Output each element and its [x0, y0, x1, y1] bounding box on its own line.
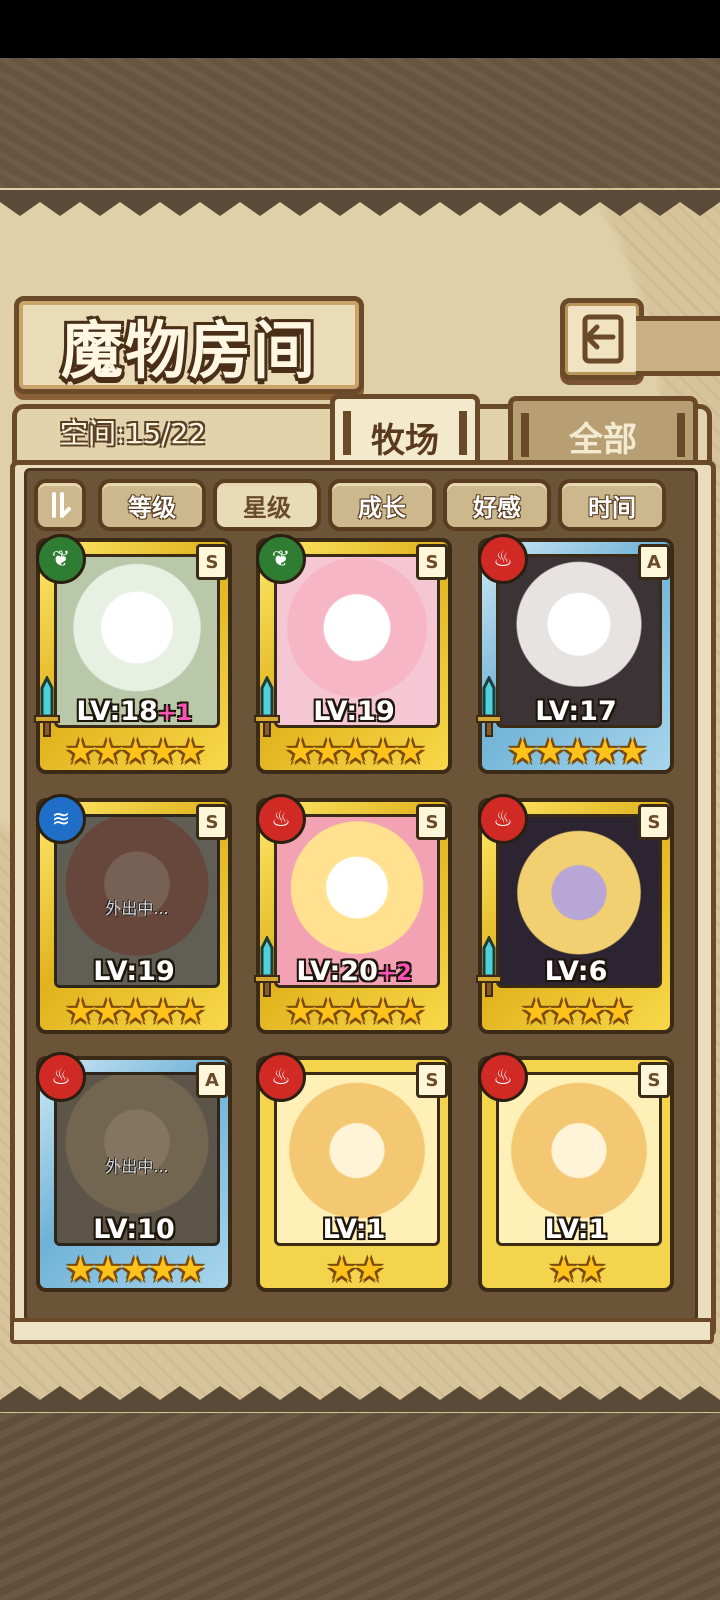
fire-element-icon: ♨	[256, 794, 306, 844]
sort-time-button[interactable]: 时间	[558, 479, 666, 531]
level-value: LV:1	[322, 1214, 386, 1245]
star-rating: ★★★★★	[65, 1250, 205, 1290]
star-rating: ★★★★★	[65, 732, 205, 772]
monster-card[interactable]: ❦ S LV:18+1 ★★★★★	[34, 534, 232, 774]
level-label: LV:19	[256, 696, 452, 727]
fire-element-icon: ♨	[478, 1052, 528, 1102]
water-element-icon: ≋	[36, 794, 86, 844]
monster-card[interactable]: ♨ S LV:20+2 ★★★★★	[254, 794, 452, 1034]
level-value: LV:19	[313, 696, 395, 727]
level-label: LV:1	[256, 1214, 452, 1245]
monster-card[interactable]: ♨ S LV:1 ★★	[478, 1052, 674, 1292]
return-arrow-icon	[582, 314, 624, 364]
level-label: LV:18+1	[36, 696, 232, 727]
sort-growth-button[interactable]: 成长	[328, 479, 436, 531]
level-value: LV:19	[93, 956, 175, 987]
back-button[interactable]	[560, 298, 644, 380]
star-rating: ★★★★★	[65, 992, 205, 1032]
sort-star-button[interactable]: 星级	[213, 479, 321, 531]
title-plate: 魔物房间	[14, 296, 364, 394]
tab-bar-right	[677, 413, 685, 457]
away-status: 外出中...	[105, 899, 169, 918]
level-value: LV:1	[544, 1214, 608, 1245]
tab-bar-left	[521, 413, 529, 457]
level-bonus: +2	[377, 961, 412, 986]
monster-card[interactable]: ♨ S LV:1 ★★	[256, 1052, 452, 1292]
space-capacity-label: 空间:15/22	[60, 417, 207, 450]
fire-element-icon: ♨	[478, 794, 528, 844]
level-value: LV:20	[296, 956, 378, 987]
tab-all-label: 全部	[569, 419, 637, 460]
level-label: LV:1	[478, 1214, 674, 1245]
level-bonus: +1	[157, 701, 192, 726]
monster-card[interactable]: ♨ A LV:17 ★★★★★	[476, 534, 674, 774]
map-background-top	[0, 58, 720, 190]
level-value: LV:6	[544, 956, 608, 987]
rank-badge: S	[196, 804, 228, 840]
sort-order-toggle[interactable]	[34, 479, 86, 531]
sort-order-icon	[52, 492, 71, 518]
tab-ranch-label: 牧场	[371, 420, 439, 461]
rank-badge: S	[416, 544, 448, 580]
leaf-element-icon: ❦	[36, 534, 86, 584]
level-value: LV:10	[93, 1214, 175, 1245]
tab-bar-right	[459, 411, 467, 455]
rank-badge: S	[416, 804, 448, 840]
star-rating: ★★★★★	[507, 732, 647, 772]
zigzag-border-bottom	[0, 1386, 720, 1412]
tab-bar-left	[343, 411, 351, 455]
monster-card[interactable]: ❦ S LV:19 ★★★★★	[254, 534, 452, 774]
rank-badge: S	[196, 544, 228, 580]
fire-element-icon: ♨	[36, 1052, 86, 1102]
header-rail	[636, 316, 720, 376]
page-title: 魔物房间	[60, 314, 317, 387]
leaf-element-icon: ❦	[256, 534, 306, 584]
star-rating: ★★★★★	[285, 992, 425, 1032]
level-label: LV:10	[36, 1214, 232, 1245]
sort-affection-button[interactable]: 好感	[443, 479, 551, 531]
level-label: LV:17	[478, 696, 674, 727]
level-label: LV:6	[478, 956, 674, 987]
monster-card[interactable]: 外出中... ≋ S LV:19 ★★★★★	[36, 794, 232, 1034]
level-label: LV:20+2	[256, 956, 452, 987]
rank-badge: A	[638, 544, 670, 580]
monster-card[interactable]: 外出中... ♨ A LV:10 ★★★★★	[36, 1052, 232, 1292]
sort-level-button[interactable]: 等级	[98, 479, 206, 531]
fire-element-icon: ♨	[478, 534, 528, 584]
rank-badge: S	[416, 1062, 448, 1098]
rank-badge: A	[196, 1062, 228, 1098]
fire-element-icon: ♨	[256, 1052, 306, 1102]
star-rating: ★★	[326, 1250, 385, 1290]
map-background-bottom	[0, 1410, 720, 1600]
monster-card[interactable]: ♨ S LV:6 ★★★★	[476, 794, 674, 1034]
away-status: 外出中...	[105, 1157, 169, 1176]
level-value: LV:17	[535, 696, 617, 727]
rank-badge: S	[638, 1062, 670, 1098]
list-bottom-rail	[10, 1318, 714, 1344]
level-value: LV:18	[76, 696, 158, 727]
status-bar	[0, 0, 720, 58]
zigzag-border-top	[0, 190, 720, 216]
star-rating: ★★	[548, 1250, 607, 1290]
rank-badge: S	[638, 804, 670, 840]
star-rating: ★★★★	[521, 992, 634, 1032]
star-rating: ★★★★★	[285, 732, 425, 772]
level-label: LV:19	[36, 956, 232, 987]
